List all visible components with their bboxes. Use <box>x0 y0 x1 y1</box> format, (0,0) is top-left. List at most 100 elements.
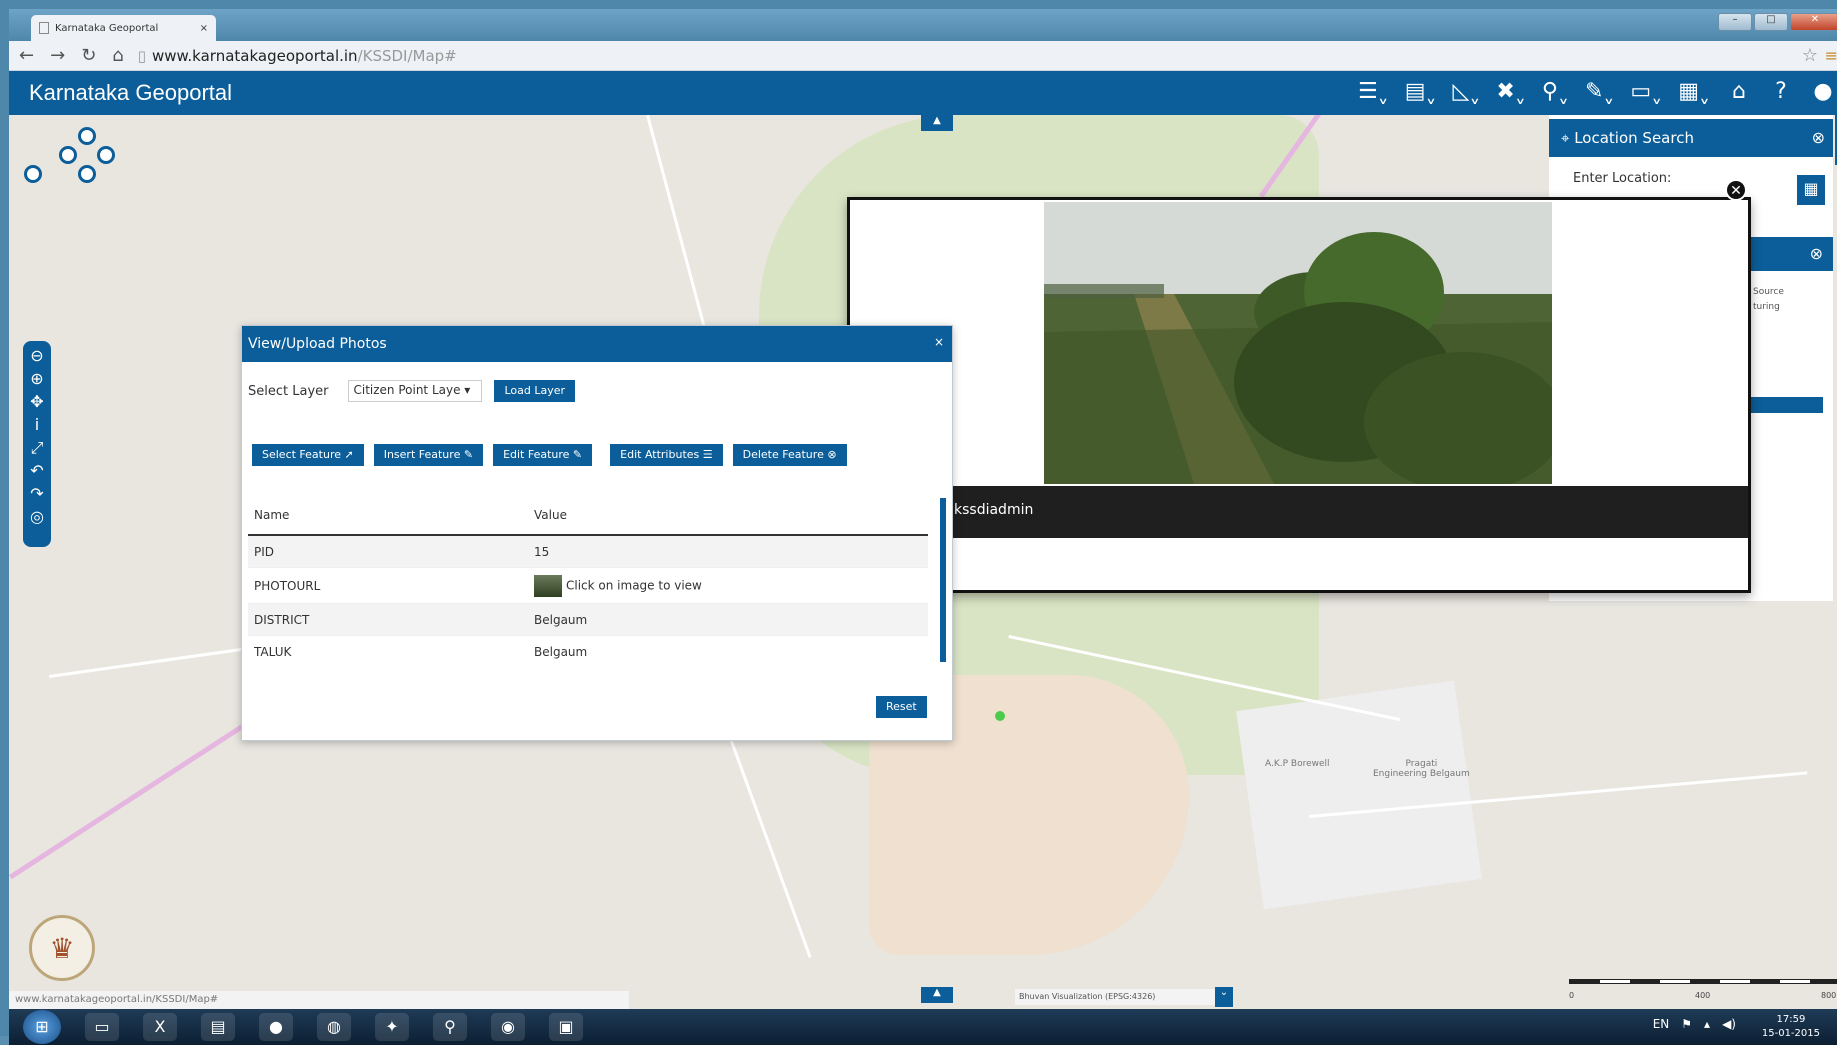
attribute-grid: Name Value PID 15 PHOTOURL Click on imag… <box>248 496 928 660</box>
scale-label: 0 <box>1569 991 1575 1000</box>
forward-icon[interactable]: → <box>50 45 65 66</box>
pan-down-icon[interactable] <box>78 165 96 183</box>
pan-left-icon[interactable] <box>59 146 77 164</box>
scale-bar: 0 400 800 <box>1569 969 1837 1000</box>
pan-up-icon[interactable] <box>78 127 96 145</box>
scale-bar-graphic <box>1569 979 1837 984</box>
layer-select[interactable]: Citizen Point Laye ▾ <box>348 380 483 402</box>
edit-attributes-button[interactable]: Edit Attributes ☰ <box>610 444 723 466</box>
maximize-button[interactable]: □ <box>1754 13 1788 31</box>
page-icon: ▯ <box>137 46 146 65</box>
dialog-title: View/Upload Photos <box>248 336 387 352</box>
start-button[interactable]: ⊞ <box>23 1010 61 1044</box>
url-path: /KSSDI/Map# <box>357 46 457 65</box>
insert-feature-button[interactable]: Insert Feature ✎ <box>373 444 484 466</box>
full-extent-icon[interactable]: ⤢ <box>31 439 44 457</box>
photo-thumbnail[interactable] <box>534 574 562 597</box>
browser-tab[interactable]: Karnataka Geoportal × <box>31 15 216 41</box>
chrome-icon[interactable]: ◉ <box>491 1013 525 1041</box>
collapse-bottom-button[interactable]: ▲ <box>921 987 953 1003</box>
upload-photos-dialog: View/Upload Photos × Select Layer Citize… <box>241 325 953 741</box>
close-window-button[interactable]: ✕ <box>1790 13 1837 31</box>
load-layer-button[interactable]: Load Layer <box>494 380 576 402</box>
status-url: www.karnatakageoportal.in/KSSDI/Map# <box>9 991 629 1009</box>
address-bar-row: ← → ↻ ⌂ ▯ www.karnatakageoportal.in/KSSD… <box>9 41 1837 71</box>
location-search-button[interactable] <box>1739 397 1823 413</box>
next-extent-icon[interactable]: ↷ <box>30 485 43 503</box>
grid-header-value: Value <box>534 508 567 522</box>
grid-scrollbar[interactable] <box>940 498 946 662</box>
secondary-close-icon[interactable]: ⊗ <box>1810 244 1823 263</box>
window-controls: – □ ✕ <box>1718 13 1837 31</box>
table-row[interactable]: PHOTOURL Click on image to view <box>248 568 928 604</box>
bookmark-star-icon[interactable]: ☆ <box>1802 45 1818 66</box>
apps-icon[interactable]: ▦ˬ <box>1678 79 1710 104</box>
presentation-icon[interactable]: ▣ <box>549 1013 583 1041</box>
table-row[interactable]: DISTRICT Belgaum <box>248 604 928 636</box>
excel-icon[interactable]: X <box>143 1013 177 1041</box>
url-field[interactable]: ▯ www.karnatakageoportal.in/KSSDI/Map# <box>138 47 457 65</box>
volume-icon[interactable]: ◀) <box>1722 1017 1736 1031</box>
measure-icon[interactable]: ◺ˬ <box>1452 79 1480 104</box>
zoom-out-icon[interactable]: ⊖ <box>30 347 43 365</box>
location-pin-icon: ⌖ <box>1561 129 1575 147</box>
info-icon[interactable]: i <box>35 416 39 434</box>
browser-menu-icon[interactable]: ≡ <box>1825 46 1837 65</box>
select-feature-button[interactable]: Select Feature ➚ <box>252 444 364 466</box>
feature-point[interactable] <box>995 711 1005 721</box>
url-host: www.karnatakageoportal.in <box>151 46 358 65</box>
delete-feature-button[interactable]: Delete Feature ⊗ <box>732 444 847 466</box>
earth-icon[interactable]: ◍ <box>317 1013 351 1041</box>
location-search-title: Location Search <box>1574 129 1694 147</box>
basemap-switch-button[interactable]: ⌄ <box>1215 987 1233 1007</box>
minimize-button[interactable]: – <box>1718 13 1752 31</box>
clipboard-icon[interactable]: ▤ˬ <box>1405 79 1437 104</box>
reset-button[interactable]: Reset <box>876 696 927 718</box>
search-icon[interactable]: ⚲ˬ <box>1542 79 1569 104</box>
map-side-toolbar: ⊖ ⊕ ✥ i ⤢ ↶ ↷ ◎ <box>23 341 51 547</box>
app-title: Karnataka Geoportal <box>29 80 233 105</box>
previous-extent-icon[interactable]: ↶ <box>30 462 43 480</box>
feature-button-row: Select Feature ➚ Insert Feature ✎ Edit F… <box>252 444 847 466</box>
search-app-icon[interactable]: ⚲ <box>433 1013 467 1041</box>
grid-header: Name Value <box>248 496 928 536</box>
dialog-close-button[interactable]: × <box>934 335 944 349</box>
warning-flag-icon[interactable]: ⚑ <box>1681 1017 1692 1031</box>
language-indicator[interactable]: EN <box>1653 1017 1670 1031</box>
document-icon[interactable]: ▤ <box>201 1013 235 1041</box>
home-icon[interactable]: ⌂ <box>1726 79 1752 104</box>
tools-icon[interactable]: ✖ˬ <box>1496 79 1525 104</box>
clock-time: 17:59 <box>1776 1014 1806 1025</box>
explorer-icon[interactable]: ▭ <box>85 1013 119 1041</box>
display-icon[interactable]: ▭ˬ <box>1630 79 1662 104</box>
edit-icon[interactable]: ✎ˬ <box>1585 79 1614 104</box>
help-icon[interactable]: ? <box>1768 79 1794 104</box>
user-icon[interactable]: ● <box>1810 79 1836 104</box>
chat-icon[interactable]: ● <box>259 1013 293 1041</box>
calendar-icon[interactable]: ▦ <box>1797 175 1825 205</box>
globe-icon[interactable]: ◎ <box>30 508 44 526</box>
pan-right-icon[interactable] <box>97 146 115 164</box>
pan-icon[interactable]: ✥ <box>30 393 43 411</box>
layers-icon[interactable]: ☰ˬ <box>1358 79 1389 104</box>
clock[interactable]: 17:59 15-01-2015 <box>1762 1013 1820 1041</box>
tray-arrow-icon[interactable]: ▴ <box>1704 1017 1710 1031</box>
table-row[interactable]: TALUK Belgaum <box>248 636 928 660</box>
tool-icon[interactable]: ✦ <box>375 1013 409 1041</box>
windows-taskbar: ⊞ ▭ X ▤ ● ◍ ✦ ⚲ ◉ ▣ EN ⚑ ▴ ◀) 17:59 15-0… <box>9 1009 1837 1045</box>
zoom-in-icon[interactable]: ⊕ <box>30 370 43 388</box>
photo-viewer: kssdiadmin <box>847 197 1751 593</box>
collapse-top-button[interactable]: ▲ <box>921 115 953 131</box>
location-close-icon[interactable]: ⊗ <box>1812 128 1825 147</box>
overview-toggle-icon[interactable] <box>24 165 42 183</box>
tab-close-button[interactable]: × <box>200 23 208 34</box>
reload-icon[interactable]: ↻ <box>81 45 96 66</box>
home-browser-icon[interactable]: ⌂ <box>112 45 123 66</box>
pan-control <box>59 127 115 183</box>
map-canvas[interactable]: A.K.P Borewell Pragati Engineering Belga… <box>9 115 1837 1009</box>
map-gray-area <box>1236 680 1482 910</box>
table-row[interactable]: PID 15 <box>248 536 928 568</box>
back-icon[interactable]: ← <box>19 45 34 66</box>
viewer-close-button[interactable]: ✕ <box>1725 179 1747 201</box>
edit-feature-button[interactable]: Edit Feature ✎ <box>493 444 593 466</box>
